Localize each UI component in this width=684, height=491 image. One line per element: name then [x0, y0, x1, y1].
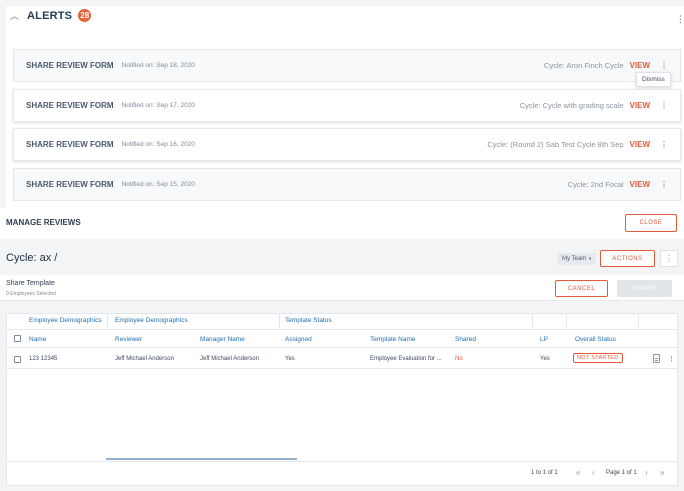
- alert-view-link[interactable]: VIEW: [630, 180, 650, 189]
- column-separator: [638, 314, 639, 328]
- cell-reviewer: Jeff Michael Anderson: [115, 356, 174, 362]
- next-page-icon[interactable]: ›: [645, 468, 648, 477]
- column-separator: [566, 314, 567, 328]
- cell-assigned: Yes: [285, 356, 295, 362]
- column-separator: [532, 314, 533, 328]
- alert-notified-date: Notified on: Sep 16, 2020: [121, 141, 195, 148]
- more-options-icon[interactable]: ⋮: [660, 250, 678, 267]
- alert-title: SHARE REVIEW FORM: [26, 61, 114, 70]
- chevron-up-icon[interactable]: ︿: [10, 9, 19, 22]
- cancel-button[interactable]: CANCEL: [555, 280, 608, 297]
- column-separator: [107, 314, 108, 328]
- close-button[interactable]: CLOSE: [625, 214, 677, 232]
- alert-more-icon[interactable]: ⋮: [660, 180, 668, 189]
- prev-page-icon[interactable]: ‹: [592, 468, 595, 477]
- share-template-title: Share Template: [6, 280, 55, 287]
- employees-selected-count: 0 Employees Selected: [6, 291, 56, 297]
- column-header-assigned[interactable]: Assigned: [285, 336, 312, 343]
- alert-cycle: Cycle: 2nd Focal: [567, 180, 624, 189]
- cell-lp: Yes: [540, 356, 550, 362]
- column-header-overall-status[interactable]: Overall Status: [575, 336, 616, 343]
- manage-reviews-title: MANAGE REVIEWS: [6, 218, 81, 227]
- row-more-icon[interactable]: ⋮: [668, 355, 675, 363]
- alert-more-icon[interactable]: ⋮: [660, 140, 668, 149]
- grid-divider: [6, 461, 678, 462]
- share-button[interactable]: SHARE: [617, 280, 672, 297]
- alert-notified-date: Notified on: Sep 15, 2020: [121, 181, 195, 188]
- last-page-icon[interactable]: »: [660, 468, 664, 477]
- alert-view-link[interactable]: VIEW: [630, 140, 650, 149]
- cell-template: Employee Evaluation for ...: [370, 356, 442, 362]
- first-page-icon[interactable]: «: [576, 468, 580, 477]
- group-header: Employee Demographics: [29, 317, 102, 324]
- status-badge-label: NOT STARTED: [573, 353, 623, 363]
- grid-divider: [6, 368, 678, 369]
- alert-card: SHARE REVIEW FORM Notified on: Sep 17, 2…: [13, 89, 681, 122]
- dismiss-menu-item[interactable]: Dismiss: [636, 72, 671, 87]
- document-icon[interactable]: [653, 354, 660, 363]
- cell-name: 123 12345: [29, 356, 58, 362]
- group-header: Template Status: [285, 317, 332, 324]
- pager-page: Page 1 of 1: [606, 470, 637, 476]
- team-select-value: My Team: [562, 256, 587, 262]
- grid-divider: [6, 347, 678, 348]
- alert-cycle: Cycle: (Round 2) Sab Test Cycle 8th Sep: [487, 140, 624, 149]
- alerts-title: ALERTS: [27, 9, 73, 22]
- chevron-down-icon: ∨: [588, 256, 592, 262]
- alert-notified-date: Notified on: Sep 17, 2020: [121, 102, 195, 109]
- column-header-lp[interactable]: LP: [540, 336, 548, 343]
- alerts-header[interactable]: ︿ ALERTS 28: [10, 9, 92, 22]
- alerts-more-icon[interactable]: ⋮: [676, 14, 684, 25]
- actions-button[interactable]: ACTIONS: [600, 250, 655, 267]
- column-header-template[interactable]: Template Name: [370, 336, 416, 343]
- alert-cycle: Cycle: Cycle with grading scale: [519, 101, 624, 110]
- alert-card: SHARE REVIEW FORM Notified on: Sep 15, 2…: [13, 168, 681, 201]
- alert-card: SHARE REVIEW FORM Notified on: Sep 18, 2…: [13, 49, 681, 82]
- column-separator: [279, 314, 280, 328]
- team-select[interactable]: My Team ∨: [558, 253, 596, 265]
- group-header: Employee Demographics: [115, 317, 188, 324]
- column-header-manager[interactable]: Manager Name: [200, 336, 245, 343]
- row-checkbox[interactable]: [14, 356, 21, 363]
- alert-more-icon[interactable]: ⋮: [660, 61, 668, 70]
- alert-view-link[interactable]: VIEW: [630, 101, 650, 110]
- alert-title: SHARE REVIEW FORM: [26, 180, 114, 189]
- column-header-shared[interactable]: Shared: [455, 336, 476, 343]
- alert-title: SHARE REVIEW FORM: [26, 101, 114, 110]
- select-all-checkbox[interactable]: [14, 335, 21, 342]
- grid-divider: [6, 329, 678, 330]
- alert-card: SHARE REVIEW FORM Notified on: Sep 16, 2…: [13, 128, 681, 161]
- pager-range: 1 to 1 of 1: [531, 470, 558, 476]
- column-header-reviewer[interactable]: Reviewer: [115, 336, 142, 343]
- horizontal-scrollbar[interactable]: [106, 458, 297, 460]
- cell-shared: No: [455, 356, 463, 362]
- manage-reviews-bar: [0, 208, 684, 239]
- alerts-count-badge: 28: [78, 9, 92, 22]
- cycle-title: Cycle: ax /: [6, 252, 58, 264]
- alert-cycle: Cycle: Aron Finch Cycle: [543, 61, 624, 70]
- alert-notified-date: Notified on: Sep 18, 2020: [121, 62, 195, 69]
- cell-manager: Jeff Michael Anderson: [200, 356, 259, 362]
- alert-title: SHARE REVIEW FORM: [26, 140, 114, 149]
- column-header-name[interactable]: Name: [29, 336, 46, 343]
- status-badge: NOT STARTED: [573, 353, 623, 363]
- alert-more-icon[interactable]: ⋮: [660, 101, 668, 110]
- alert-view-link[interactable]: VIEW: [630, 61, 650, 70]
